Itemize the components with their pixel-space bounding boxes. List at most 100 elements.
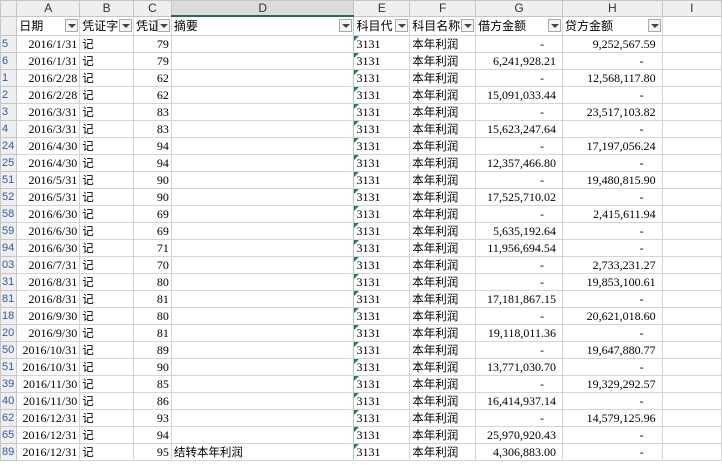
- voucher-type-cell[interactable]: 记: [79, 205, 135, 223]
- credit-cell[interactable]: -: [561, 324, 663, 342]
- header-cell-credit[interactable]: 贷方金额: [561, 15, 663, 36]
- header-cell-account-name[interactable]: 科目名称: [409, 15, 477, 36]
- voucher-no-cell[interactable]: 71: [133, 239, 172, 257]
- account-code-cell[interactable]: 3131: [353, 443, 411, 461]
- date-cell[interactable]: 2016/6/30: [16, 205, 81, 223]
- date-cell[interactable]: 2016/4/30: [16, 154, 81, 172]
- memo-cell[interactable]: [170, 239, 355, 257]
- row-header[interactable]: 20: [0, 324, 18, 342]
- empty-cell[interactable]: [661, 443, 722, 461]
- credit-cell[interactable]: 19,647,880.77: [561, 341, 663, 359]
- date-cell[interactable]: 2016/6/30: [16, 239, 81, 257]
- voucher-type-cell[interactable]: 记: [79, 256, 135, 274]
- credit-cell[interactable]: -: [561, 358, 663, 376]
- date-cell[interactable]: 2016/12/31: [16, 443, 81, 461]
- voucher-type-cell[interactable]: 记: [79, 375, 135, 393]
- filter-dropdown-icon[interactable]: [339, 19, 353, 32]
- debit-cell[interactable]: 4,306,883.00: [475, 443, 563, 461]
- account-code-cell[interactable]: 3131: [353, 222, 411, 240]
- memo-cell[interactable]: [170, 256, 355, 274]
- empty-cell[interactable]: [661, 273, 722, 291]
- empty-cell[interactable]: [661, 290, 722, 308]
- date-cell[interactable]: 2016/8/31: [16, 273, 81, 291]
- date-cell[interactable]: 2016/2/28: [16, 86, 81, 104]
- column-header-D[interactable]: D: [170, 0, 355, 17]
- date-cell[interactable]: 2016/10/31: [16, 341, 81, 359]
- date-cell[interactable]: 2016/2/28: [16, 69, 81, 87]
- account-name-cell[interactable]: 本年利润: [409, 69, 477, 87]
- date-cell[interactable]: 2016/11/30: [16, 392, 81, 410]
- debit-cell[interactable]: 16,414,937.14: [475, 392, 563, 410]
- row-header[interactable]: 51: [0, 358, 18, 376]
- empty-cell[interactable]: [661, 409, 722, 427]
- empty-cell[interactable]: [661, 205, 722, 223]
- memo-cell[interactable]: [170, 52, 355, 70]
- empty-cell[interactable]: [661, 52, 722, 70]
- voucher-type-cell[interactable]: 记: [79, 341, 135, 359]
- account-code-cell[interactable]: 3131: [353, 392, 411, 410]
- account-name-cell[interactable]: 本年利润: [409, 290, 477, 308]
- voucher-type-cell[interactable]: 记: [79, 171, 135, 189]
- voucher-no-cell[interactable]: 95: [133, 443, 172, 461]
- header-cell-memo[interactable]: 摘要: [170, 15, 355, 36]
- account-name-cell[interactable]: 本年利润: [409, 137, 477, 155]
- filter-active-icon[interactable]: [461, 18, 475, 32]
- row-header[interactable]: 40: [0, 392, 18, 410]
- credit-cell[interactable]: 12,568,117.80: [561, 69, 663, 87]
- row-header[interactable]: 50: [0, 341, 18, 359]
- empty-cell[interactable]: [661, 15, 722, 36]
- account-code-cell[interactable]: 3131: [353, 273, 411, 291]
- worksheet-grid[interactable]: A B C D E F G H I 日期 凭证字 凭证 摘要 科目代 科目名称 …: [0, 0, 722, 461]
- voucher-no-cell[interactable]: 62: [133, 86, 172, 104]
- voucher-type-cell[interactable]: 记: [79, 358, 135, 376]
- voucher-no-cell[interactable]: 62: [133, 69, 172, 87]
- header-cell-account-code[interactable]: 科目代: [353, 15, 411, 36]
- row-header[interactable]: 65: [0, 426, 18, 444]
- memo-cell[interactable]: [170, 35, 355, 53]
- memo-cell[interactable]: [170, 409, 355, 427]
- debit-cell[interactable]: -: [475, 137, 563, 155]
- debit-cell[interactable]: -: [475, 341, 563, 359]
- debit-cell[interactable]: 6,241,928.21: [475, 52, 563, 70]
- credit-cell[interactable]: -: [561, 222, 663, 240]
- row-header[interactable]: 59: [0, 222, 18, 240]
- voucher-no-cell[interactable]: 70: [133, 256, 172, 274]
- account-name-cell[interactable]: 本年利润: [409, 307, 477, 325]
- credit-cell[interactable]: 17,197,056.24: [561, 137, 663, 155]
- account-code-cell[interactable]: 3131: [353, 35, 411, 53]
- memo-cell[interactable]: [170, 426, 355, 444]
- filter-dropdown-icon[interactable]: [395, 18, 409, 32]
- header-cell-voucher-no[interactable]: 凭证: [133, 15, 172, 36]
- filter-dropdown-icon[interactable]: [156, 18, 170, 32]
- account-name-cell[interactable]: 本年利润: [409, 341, 477, 359]
- voucher-type-cell[interactable]: 记: [79, 188, 135, 206]
- credit-cell[interactable]: -: [561, 86, 663, 104]
- voucher-no-cell[interactable]: 94: [133, 426, 172, 444]
- account-name-cell[interactable]: 本年利润: [409, 256, 477, 274]
- empty-cell[interactable]: [661, 86, 722, 104]
- row-header[interactable]: 39: [0, 375, 18, 393]
- memo-cell[interactable]: 结转本年利润: [170, 443, 355, 461]
- account-code-cell[interactable]: 3131: [353, 307, 411, 325]
- row-header[interactable]: 89: [0, 443, 18, 461]
- memo-cell[interactable]: [170, 273, 355, 291]
- date-cell[interactable]: 2016/5/31: [16, 188, 81, 206]
- filter-dropdown-icon[interactable]: [647, 18, 661, 32]
- date-cell[interactable]: 2016/12/31: [16, 409, 81, 427]
- row-header[interactable]: 18: [0, 307, 18, 325]
- credit-cell[interactable]: -: [561, 188, 663, 206]
- empty-cell[interactable]: [661, 171, 722, 189]
- voucher-no-cell[interactable]: 69: [133, 222, 172, 240]
- voucher-type-cell[interactable]: 记: [79, 307, 135, 325]
- header-cell-date[interactable]: 日期: [16, 15, 81, 36]
- memo-cell[interactable]: [170, 103, 355, 121]
- account-code-cell[interactable]: 3131: [353, 188, 411, 206]
- account-code-cell[interactable]: 3131: [353, 137, 411, 155]
- row-header[interactable]: [0, 15, 18, 36]
- account-name-cell[interactable]: 本年利润: [409, 324, 477, 342]
- voucher-no-cell[interactable]: 93: [133, 409, 172, 427]
- date-cell[interactable]: 2016/9/30: [16, 324, 81, 342]
- header-cell-debit[interactable]: 借方金额: [475, 15, 563, 36]
- row-header[interactable]: 31: [0, 273, 18, 291]
- row-header[interactable]: 58: [0, 205, 18, 223]
